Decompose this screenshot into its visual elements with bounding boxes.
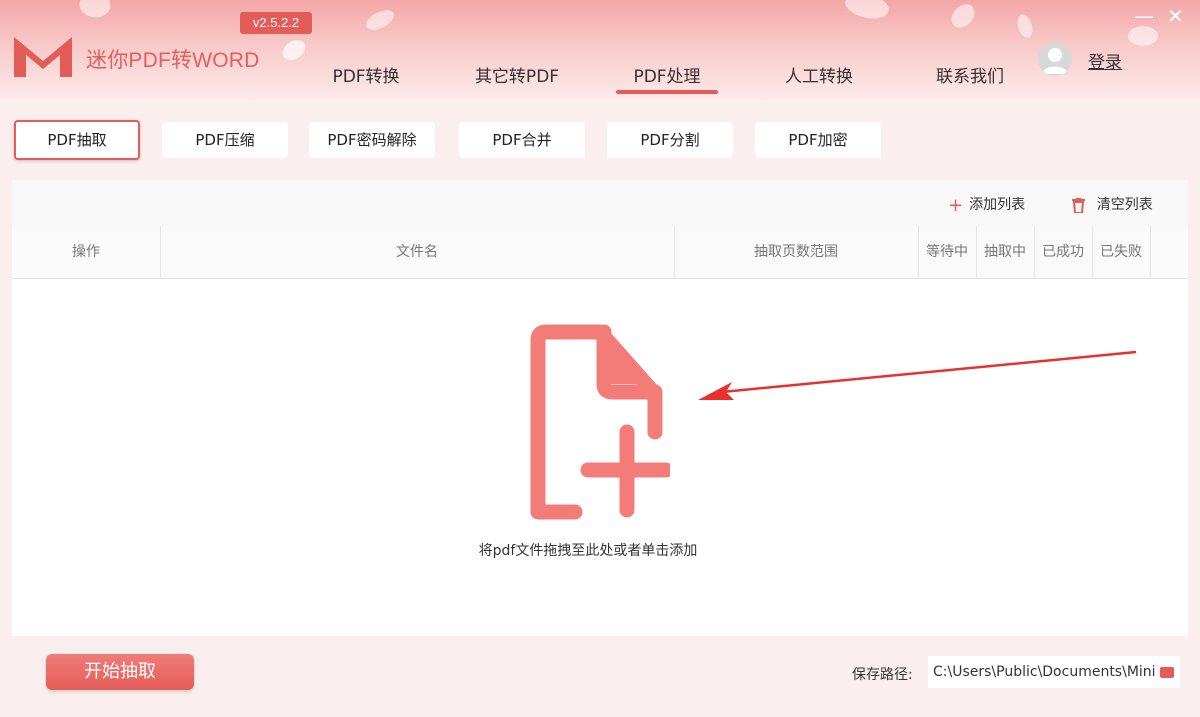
login-link[interactable]: 登录 [1088, 48, 1122, 73]
table-header: 操作 文件名 抽取页数范围 等待中 抽取中 已成功 已失败 [12, 226, 1188, 279]
save-path-value: C:\Users\Public\Documents\Mini [933, 664, 1156, 680]
col-header-page-range: 抽取页数范围 [754, 244, 838, 260]
footer-bar: 开始抽取 保存路径: C:\Users\Public\Documents\Min… [0, 636, 1200, 717]
save-path-label: 保存路径: [852, 667, 913, 683]
nav-item-other-to-pdf[interactable]: 其它转PDF [471, 66, 563, 96]
tab-pdf-split[interactable]: PDF分割 [607, 122, 733, 158]
version-badge: v2.5.2.2 [240, 12, 312, 34]
col-header-filename: 文件名 [396, 244, 438, 260]
nav-item-pdf-process[interactable]: PDF处理 [616, 66, 718, 96]
start-extract-button[interactable]: 开始抽取 [46, 654, 194, 690]
tab-pdf-encrypt[interactable]: PDF加密 [755, 122, 881, 158]
app-logo-icon [14, 37, 72, 77]
decor-petal [946, 0, 980, 32]
pointer-arrow-icon [698, 350, 1137, 400]
file-add-icon[interactable] [520, 322, 670, 522]
decor-petal [842, 0, 892, 25]
col-header-extracting: 抽取中 [984, 244, 1026, 260]
add-list-label: 添加列表 [969, 197, 1026, 213]
file-drop-zone[interactable]: 将pdf文件拖拽至此处或者单击添加 [12, 278, 1188, 636]
col-header-action: 操作 [72, 244, 100, 260]
trash-icon [1072, 195, 1091, 216]
app-title: 迷你PDF转WORD [86, 49, 260, 72]
folder-icon[interactable] [1160, 667, 1174, 678]
plus-icon: + [948, 195, 964, 216]
list-toolbar: + 添加列表 清空列表 [12, 180, 1188, 226]
decor-petal [363, 7, 397, 33]
tab-pdf-password-remove[interactable]: PDF密码解除 [309, 122, 435, 158]
decor-petal [279, 35, 309, 65]
nav-item-manual-convert[interactable]: 人工转换 [781, 66, 857, 96]
decor-petal [75, 0, 115, 24]
tab-pdf-compress[interactable]: PDF压缩 [162, 122, 288, 158]
add-list-button[interactable]: + 添加列表 [948, 194, 1025, 216]
col-header-failed: 已失败 [1100, 244, 1142, 260]
tab-pdf-extract[interactable]: PDF抽取 [14, 120, 140, 160]
col-header-success: 已成功 [1042, 244, 1084, 260]
function-tabs: PDF抽取 PDF压缩 PDF密码解除 PDF合并 PDF分割 PDF加密 [0, 118, 1200, 162]
title-bar: 迷你PDF转WORD v2.5.2.2 PDF转换 其它转PDF PDF处理 人… [0, 0, 1200, 100]
nav-item-contact-us[interactable]: 联系我们 [932, 66, 1008, 96]
minimize-icon[interactable]: — [1134, 4, 1154, 28]
save-path-field[interactable]: C:\Users\Public\Documents\Mini [928, 656, 1180, 688]
decor-petal [1013, 12, 1037, 40]
close-icon[interactable]: ✕ [1167, 4, 1184, 28]
drop-hint-text: 将pdf文件拖拽至此处或者单击添加 [478, 543, 698, 559]
avatar-icon[interactable] [1038, 42, 1072, 76]
clear-list-button[interactable]: 清空列表 [1072, 194, 1153, 216]
tab-pdf-merge[interactable]: PDF合并 [459, 122, 585, 158]
file-list-panel: + 添加列表 清空列表 操作 文件名 抽取页数范围 等待中 抽取中 已成功 已失败 [12, 180, 1188, 636]
col-header-waiting: 等待中 [926, 244, 968, 260]
column-divider [1150, 226, 1151, 278]
clear-list-label: 清空列表 [1096, 197, 1153, 213]
nav-item-pdf-convert[interactable]: PDF转换 [330, 66, 402, 96]
